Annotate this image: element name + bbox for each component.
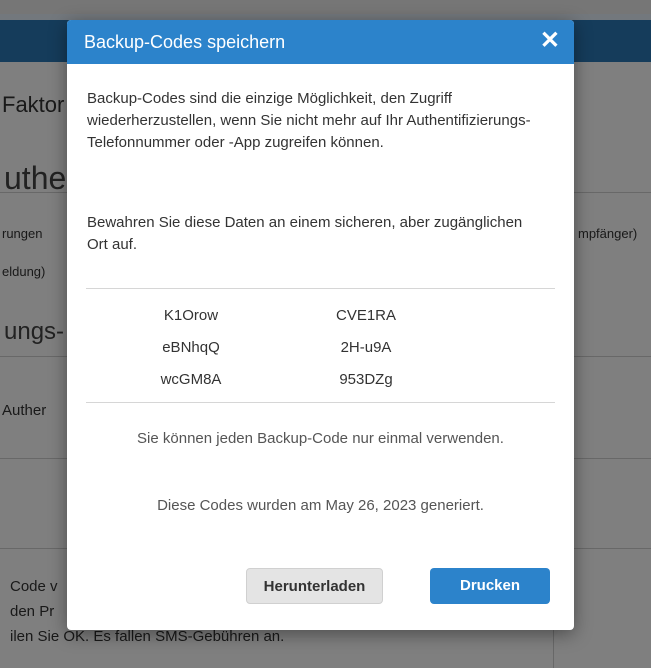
dialog-storage-hint: Bewahren Sie diese Daten an einem sicher… [87,214,523,253]
table-row: K1Orow CVE1RA [86,300,555,332]
codes-top-divider [86,288,555,289]
single-use-note: Sie können jeden Backup-Code nur einmal … [137,430,504,447]
download-button[interactable]: Herunterladen [246,568,383,604]
backup-code: 953DZg [339,371,393,388]
backup-code: K1Orow [163,307,219,324]
backup-code: eBNhqQ [162,339,220,356]
print-button[interactable]: Drucken [430,568,550,604]
table-row: wcGM8A 953DZg [86,364,555,396]
generated-date-note: Diese Codes wurden am May 26, 2023 gener… [157,497,484,514]
dialog-header: Backup-Codes speichern ✕ [67,20,574,64]
dialog-description: Backup-Codes sind die einzige Möglichkei… [87,90,531,151]
close-icon[interactable]: ✕ [540,28,560,54]
backup-code: wcGM8A [160,371,222,388]
table-row: eBNhqQ 2H-u9A [86,332,555,364]
backup-code: 2H-u9A [340,339,392,356]
codes-bottom-divider [86,402,555,403]
backup-codes-dialog: Backup-Codes speichern ✕ Backup-Codes si… [67,20,574,630]
dialog-title: Backup-Codes speichern [84,32,286,52]
backup-code: CVE1RA [335,307,397,324]
backup-codes-table: K1Orow CVE1RA eBNhqQ 2H-u9A wcGM8A 953DZ… [86,300,555,396]
